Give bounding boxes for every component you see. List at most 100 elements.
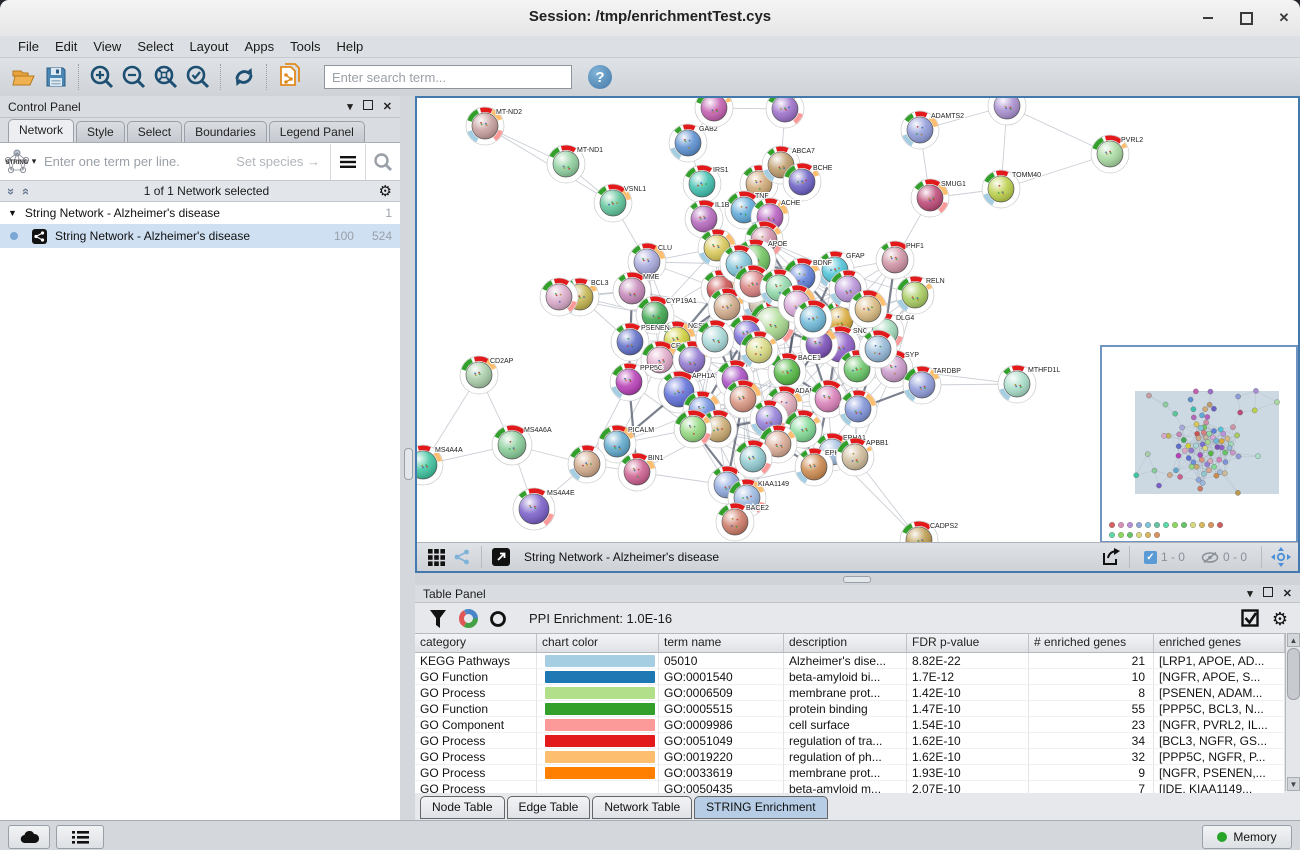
network-row-selected[interactable]: String Network - Alzheimer's disease 100… [0, 224, 400, 248]
share-network-icon[interactable] [449, 546, 475, 568]
network-node-smug1[interactable]: SMUG1 [911, 179, 966, 217]
pan-navigate-icon[interactable] [1268, 546, 1294, 568]
network-node-ms4a6a[interactable]: MS4A6A [492, 425, 552, 465]
tab-network[interactable]: Network [8, 119, 74, 142]
network-node-mt-nd1[interactable]: MT-ND1 [547, 145, 603, 183]
network-canvas[interactable]: MT-ND2MT-ND1VSNL1GAB2ADAMTS2PVRL2TOMM40S… [417, 98, 1298, 543]
string-query-input[interactable] [40, 153, 236, 170]
network-node[interactable] [568, 445, 606, 483]
open-session-button[interactable] [8, 62, 40, 92]
maximize-button[interactable] [1238, 10, 1254, 26]
table-row[interactable]: GO ProcessGO:0006509membrane prot...1.42… [415, 685, 1285, 701]
network-options-gear-icon[interactable]: ⚙ [379, 184, 392, 199]
scroll-up-icon[interactable]: ▲ [1287, 633, 1300, 647]
menu-view[interactable]: View [85, 39, 129, 54]
network-node[interactable] [859, 330, 897, 368]
grid-view-icon[interactable] [423, 546, 449, 568]
scroll-thumb[interactable] [1287, 648, 1300, 700]
tab-boundaries[interactable]: Boundaries [184, 121, 267, 142]
ring-icon[interactable] [483, 607, 513, 631]
network-node[interactable] [794, 300, 832, 338]
menu-layout[interactable]: Layout [181, 39, 236, 54]
column-header-FDR-p-value[interactable]: FDR p-value [907, 634, 1029, 652]
menu-apps[interactable]: Apps [237, 39, 283, 54]
network-node-vsnl1[interactable]: VSNL1 [594, 184, 646, 222]
zoom-out-button[interactable] [118, 62, 150, 92]
refresh-button[interactable] [228, 62, 260, 92]
network-node-adamts2[interactable]: ADAMTS2 [901, 111, 964, 149]
zoom-selected-button[interactable] [182, 62, 214, 92]
network-node[interactable] [696, 320, 734, 358]
table-panel-close-icon[interactable]: ✕ [1283, 587, 1292, 600]
network-node[interactable] [674, 410, 712, 448]
table-row[interactable]: GO ProcessGO:0033619membrane prot...1.93… [415, 765, 1285, 781]
table-row[interactable]: GO ProcessGO:0019220regulation of ph...1… [415, 749, 1285, 765]
chart-color-icon[interactable] [453, 607, 483, 631]
float-panel-icon[interactable] [363, 100, 373, 113]
menu-edit[interactable]: Edit [47, 39, 85, 54]
open-in-window-icon[interactable] [488, 546, 514, 568]
network-node-ppp5c[interactable]: PPP5C [610, 363, 663, 401]
collapse-tree-icon[interactable]: ▼ [8, 208, 17, 218]
network-node[interactable] [740, 331, 778, 369]
network-node-reln[interactable]: RELN [896, 276, 945, 314]
table-scrollbar[interactable]: ▲ ▼ [1285, 633, 1300, 791]
collapse-all-icon[interactable]: » [17, 187, 32, 194]
table-panel-float-icon[interactable] [1263, 587, 1273, 600]
network-node-apbb1[interactable]: APBB1 [836, 438, 889, 476]
table-row[interactable]: GO ProcessGO:0050435beta-amyloid m...2.0… [415, 781, 1285, 793]
network-node[interactable] [540, 278, 578, 316]
network-node-ms4a4a[interactable]: MS4A4A [417, 445, 463, 485]
network-collection-row[interactable]: ▼ String Network - Alzheimer's disease 1 [0, 202, 400, 224]
column-header-chart-color[interactable]: chart color [537, 634, 659, 652]
tab-edge-table[interactable]: Edge Table [507, 796, 591, 819]
table-row[interactable]: GO FunctionGO:0001540beta-amyloid bi...1… [415, 669, 1285, 685]
network-node[interactable] [849, 290, 887, 328]
network-from-selection-button[interactable] [274, 62, 306, 92]
network-node[interactable] [695, 98, 733, 127]
memory-button[interactable]: Memory [1202, 825, 1292, 849]
column-header-description[interactable]: description [784, 634, 907, 652]
cloud-button[interactable] [8, 825, 50, 849]
network-node-ms4a4e[interactable]: MS4A4E [513, 488, 575, 530]
minimize-button[interactable] [1200, 10, 1216, 26]
tab-legend-panel[interactable]: Legend Panel [269, 121, 365, 142]
splitter-grip[interactable] [843, 576, 871, 583]
column-header---enriched-genes[interactable]: # enriched genes [1029, 634, 1154, 652]
table-row[interactable]: GO ProcessGO:0051049regulation of tra...… [415, 733, 1285, 749]
column-header-enriched-genes[interactable]: enriched genes [1154, 634, 1285, 652]
network-node-gab2[interactable]: GAB2 [669, 124, 718, 162]
network-node-bace2[interactable]: BACE2 [716, 503, 769, 541]
select-terms-icon[interactable] [1236, 607, 1266, 631]
divider-collapse-handle[interactable] [404, 448, 413, 480]
tab-network-table[interactable]: Network Table [592, 796, 692, 819]
save-session-button[interactable] [40, 62, 72, 92]
zoom-in-button[interactable] [86, 62, 118, 92]
task-list-button[interactable] [56, 825, 104, 849]
tab-select[interactable]: Select [127, 121, 182, 142]
table-row[interactable]: GO FunctionGO:0005515protein binding1.47… [415, 701, 1285, 717]
help-icon[interactable]: ? [588, 65, 612, 89]
network-node-cadps2[interactable]: CADPS2 [900, 521, 958, 543]
network-node-cd2ap[interactable]: CD2AP [460, 356, 514, 394]
menu-select[interactable]: Select [129, 39, 181, 54]
close-button[interactable]: ✕ [1276, 10, 1292, 26]
network-node-tomm40[interactable]: TOMM40 [982, 170, 1041, 208]
network-node[interactable] [734, 440, 772, 478]
menu-file[interactable]: File [10, 39, 47, 54]
network-node[interactable] [839, 390, 877, 428]
close-panel-icon[interactable]: ✕ [383, 100, 392, 113]
birds-eye-navigator[interactable] [1100, 345, 1298, 543]
enrichment-settings-gear-icon[interactable]: ⚙ [1272, 610, 1288, 628]
network-node-bche[interactable]: BCHE [783, 163, 833, 201]
search-input[interactable] [324, 65, 572, 89]
panel-menu-icon[interactable]: ▾ [347, 100, 353, 113]
menu-tools[interactable]: Tools [282, 39, 328, 54]
panel-divider[interactable] [400, 96, 416, 820]
tab-node-table[interactable]: Node Table [420, 796, 505, 819]
tab-string-enrichment[interactable]: STRING Enrichment [694, 796, 827, 819]
string-protein-query-icon[interactable]: STRING ▾ [0, 149, 40, 175]
network-node-pvrl2[interactable]: PVRL2 [1091, 135, 1143, 173]
table-panel-menu-icon[interactable]: ▾ [1247, 587, 1253, 600]
zoom-fit-button[interactable] [150, 62, 182, 92]
